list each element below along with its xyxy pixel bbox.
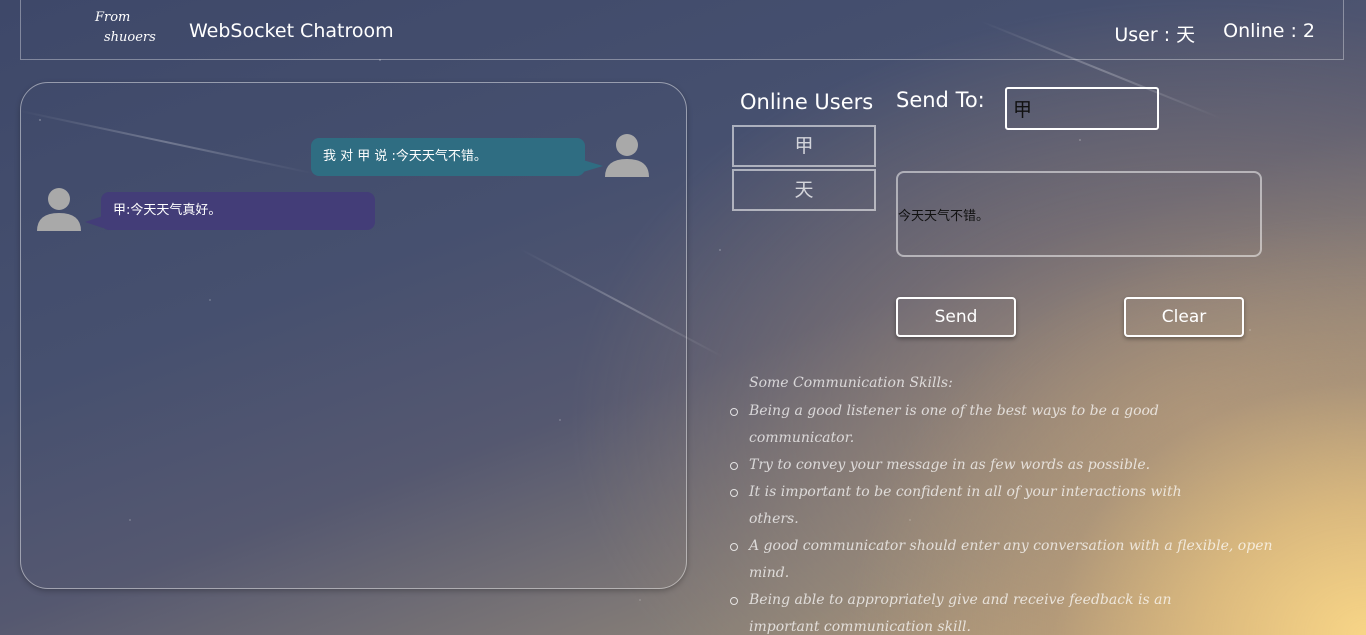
tips-list: Being a good listener is one of the best… — [730, 398, 1310, 635]
send-to-input[interactable] — [1005, 87, 1159, 130]
tip-item: A good communicator should enter any con… — [730, 533, 1309, 587]
user-avatar-icon — [605, 134, 649, 177]
tip-item: Being a good listener is one of the best… — [730, 398, 1229, 452]
online-user-item[interactable]: 甲 — [732, 125, 876, 167]
incoming-message-bubble: 甲:今天天气真好。 — [85, 192, 375, 230]
user-status: User : 天 Online : 2 — [1114, 20, 1315, 47]
logo: From shuoers — [95, 8, 165, 48]
current-user-label: User : 天 — [1114, 24, 1196, 46]
message-text: 我 对 甲 说 :今天天气不错。 — [323, 149, 487, 164]
online-users-title: Online Users — [740, 90, 874, 114]
outgoing-message-bubble: 我 对 甲 说 :今天天气不错。 — [311, 138, 603, 176]
logo-line-2: shuoers — [104, 30, 156, 45]
user-avatar-icon — [37, 188, 81, 231]
clear-button[interactable]: Clear — [1124, 297, 1244, 337]
tip-item: Try to convey your message in as few wor… — [730, 452, 1229, 479]
tips-title: Some Communication Skills: — [749, 375, 953, 391]
communication-tips: Some Communication Skills: Being a good … — [730, 370, 1310, 635]
online-count-label: Online : 2 — [1223, 20, 1315, 42]
message-input[interactable]: 今天天气不错。 — [896, 171, 1262, 257]
online-users-list: 甲 天 — [732, 125, 876, 213]
app-title: WebSocket Chatroom — [189, 20, 394, 42]
send-button[interactable]: Send — [896, 297, 1016, 337]
send-to-label: Send To: — [896, 88, 985, 112]
top-bar: From shuoers WebSocket Chatroom User : 天… — [20, 0, 1344, 60]
message-text: 甲:今天天气真好。 — [113, 203, 222, 218]
logo-line-1: From — [95, 10, 131, 25]
chat-messages-panel[interactable]: 我 对 甲 说 :今天天气不错。 甲:今天天气真好。 — [20, 82, 687, 589]
message-input-text: 今天天气不错。 — [898, 208, 990, 224]
online-user-item[interactable]: 天 — [732, 169, 876, 211]
tip-item: It is important to be confident in all o… — [730, 479, 1229, 533]
tip-item: Being able to appropriately give and rec… — [730, 587, 1229, 635]
